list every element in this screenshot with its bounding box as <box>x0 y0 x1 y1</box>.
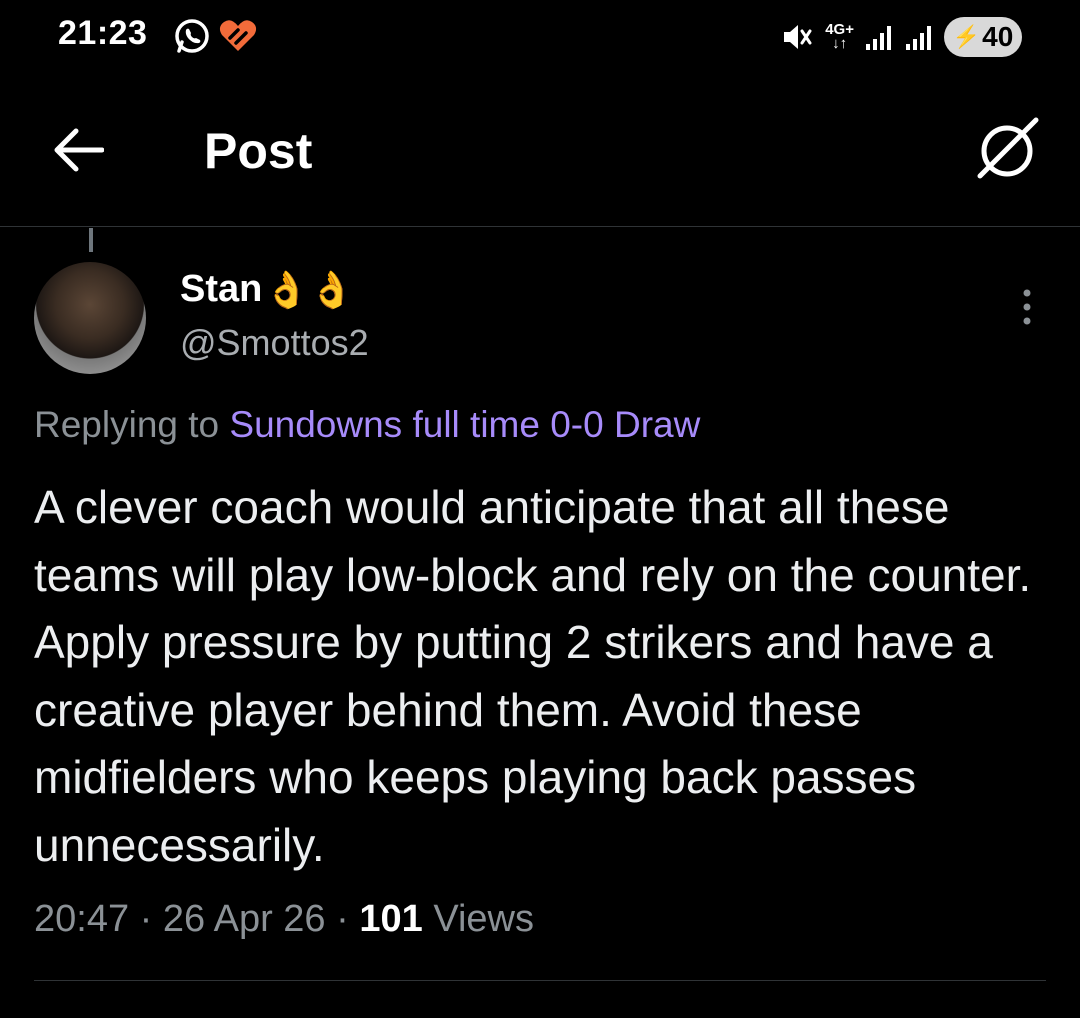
author-emoji: 👌👌 <box>264 268 355 310</box>
author-name[interactable]: Stan 👌👌 <box>180 268 354 311</box>
replying-prefix: Replying to <box>34 404 230 445</box>
grok-icon[interactable] <box>972 114 1042 184</box>
status-time: 21:23 <box>58 14 148 52</box>
post-text: A clever coach would anticipate that all… <box>34 481 1032 871</box>
replying-to: Replying to Sundowns full time 0-0 Draw <box>34 404 700 446</box>
post-meta: 20:47 · 26 Apr 26 · 101 Views <box>34 898 534 940</box>
page-title: Post <box>204 123 313 179</box>
post-date[interactable]: 26 Apr 26 <box>163 898 326 940</box>
status-icons: 4G+ ↓↑ ⚡ 40 <box>781 14 1022 60</box>
network-type: 4G+ ↓↑ <box>825 21 854 52</box>
views-count: 101 <box>359 898 423 940</box>
mute-icon <box>784 25 812 49</box>
battery-level: 40 <box>982 21 1014 52</box>
signal-icon <box>906 26 931 50</box>
header-divider <box>0 226 1080 227</box>
signal-icon <box>866 26 891 50</box>
author-name-text: Stan <box>180 268 263 310</box>
post-time[interactable]: 20:47 <box>34 898 129 940</box>
back-arrow-icon[interactable] <box>52 126 104 174</box>
meta-divider <box>34 980 1046 981</box>
avatar[interactable] <box>34 262 146 374</box>
views-label: Views <box>433 898 534 940</box>
more-options-icon[interactable] <box>1020 288 1034 326</box>
replying-to-link[interactable]: Sundowns full time 0-0 Draw <box>229 404 700 445</box>
author-handle[interactable]: @Smottos2 <box>180 322 369 364</box>
thread-connector <box>89 228 93 252</box>
battery-charging-icon: ⚡ 40 <box>944 17 1022 57</box>
whatsapp-icon <box>175 19 209 53</box>
heart-notification-icon <box>219 20 257 51</box>
